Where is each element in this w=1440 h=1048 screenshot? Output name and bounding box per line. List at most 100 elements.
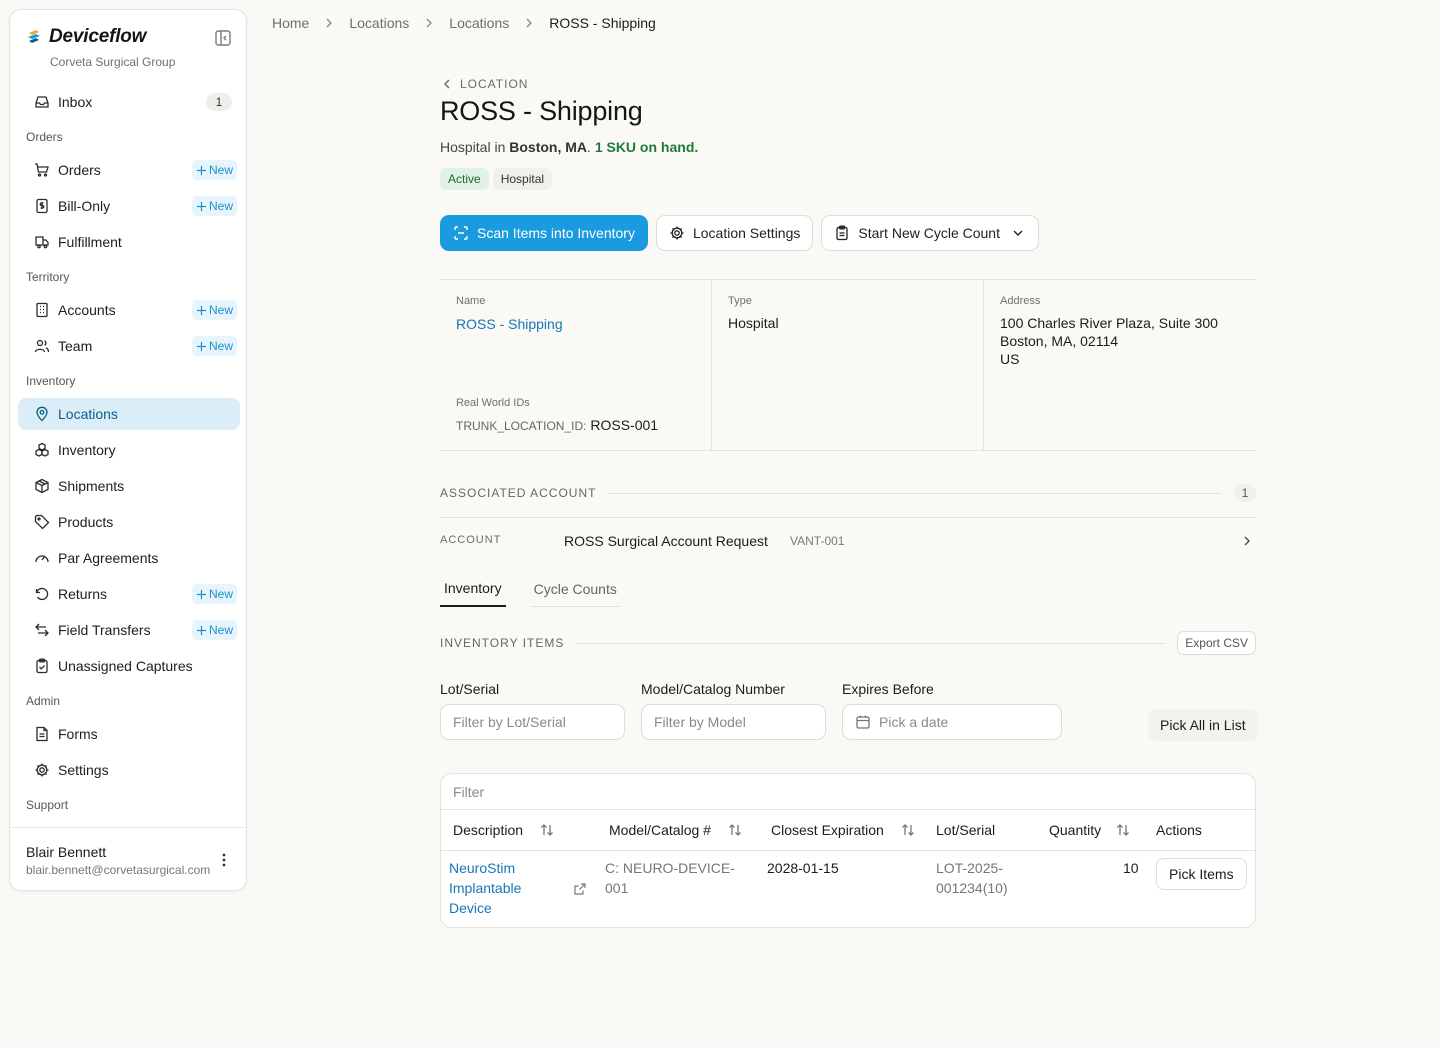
breadcrumb-locations-list[interactable]: Locations [449, 15, 509, 31]
row-description[interactable]: NeuroStim Implantable Device [449, 858, 521, 918]
associated-account-title: ASSOCIATED ACCOUNT [440, 486, 597, 500]
scan-icon [453, 225, 469, 241]
chevron-left-icon [440, 77, 454, 91]
package-icon [34, 478, 50, 494]
address-line-1: 100 Charles River Plaza, Suite 300 [1000, 315, 1218, 331]
back-to-locations-link[interactable]: LOCATION [440, 77, 528, 91]
org-name: Corveta Surgical Group [50, 55, 176, 69]
real-world-id-key: TRUNK_LOCATION_ID: [456, 419, 587, 433]
location-settings-button[interactable]: Location Settings [655, 215, 814, 251]
brand[interactable]: Deviceflow [26, 26, 146, 48]
user-name: Blair Bennett [26, 844, 107, 860]
sort-icon [1115, 822, 1131, 838]
breadcrumb-locations[interactable]: Locations [349, 15, 409, 31]
model-input[interactable] [641, 704, 826, 740]
details-address-column: Address 100 Charles River Plaza, Suite 3… [983, 280, 1256, 451]
new-account-button[interactable]: New [191, 300, 237, 320]
sidebar-item-team[interactable]: Team New [18, 330, 240, 362]
name-label: Name [456, 295, 486, 307]
column-header-expiration[interactable]: Closest Expiration [771, 810, 916, 850]
lot-serial-input[interactable] [440, 704, 625, 740]
sidebar-item-fulfillment[interactable]: Fulfillment [18, 226, 240, 258]
row-lot-serial: LOT-2025- 001234(10) [936, 858, 1008, 898]
date-picker-input[interactable]: Pick a date [842, 704, 1062, 740]
sidebar-item-locations[interactable]: Locations [18, 398, 240, 430]
location-tags: Active Hospital [440, 168, 553, 190]
inbox-count-badge: 1 [206, 93, 232, 111]
chevron-right-icon [422, 16, 436, 30]
page-title: ROSS - Shipping [440, 96, 643, 126]
section-label-orders: Orders [26, 130, 63, 144]
sidebar-item-settings[interactable]: Settings [18, 754, 240, 786]
sort-icon [539, 822, 555, 838]
breadcrumb-home[interactable]: Home [272, 15, 309, 31]
section-label-inventory: Inventory [26, 374, 76, 388]
sidebar-item-label: Unassigned Captures [58, 658, 193, 674]
sidebar-item-inventory[interactable]: Inventory [18, 434, 240, 466]
pick-all-button[interactable]: Pick All in List [1148, 709, 1258, 741]
column-label: Actions [1156, 822, 1202, 838]
sidebar-item-accounts[interactable]: Accounts New [18, 294, 240, 326]
tab-cycle-counts[interactable]: Cycle Counts [529, 571, 621, 607]
new-team-member-button[interactable]: New [191, 336, 237, 356]
column-label: Closest Expiration [771, 822, 884, 838]
sidebar-item-label: Forms [58, 726, 98, 742]
plus-icon [196, 341, 207, 352]
sidebar-item-products[interactable]: Products [18, 506, 240, 538]
column-header-model[interactable]: Model/Catalog # [609, 810, 743, 850]
start-cycle-count-button[interactable]: Start New Cycle Count [821, 215, 1039, 251]
new-bill-only-button[interactable]: New [191, 196, 237, 216]
tab-inventory[interactable]: Inventory [440, 571, 506, 607]
sidebar-item-forms[interactable]: Forms [18, 718, 240, 750]
user-profile[interactable]: Blair Bennett blair.bennett@corvetasurgi… [10, 827, 246, 891]
section-label-territory: Territory [26, 270, 70, 284]
address-label: Address [1000, 295, 1041, 307]
sidebar-item-label: Accounts [58, 302, 116, 318]
new-order-button[interactable]: New [191, 160, 237, 180]
gear-icon [34, 762, 50, 778]
export-csv-button[interactable]: Export CSV [1177, 631, 1256, 655]
sort-icon [727, 822, 743, 838]
sort-icon [900, 822, 916, 838]
chevron-right-icon [322, 16, 336, 30]
sidebar-item-inbox[interactable]: Inbox 1 [18, 86, 240, 118]
sidebar-collapse-icon[interactable] [214, 29, 232, 47]
associated-account-row[interactable]: ACCOUNT ROSS Surgical Account Request VA… [440, 517, 1256, 563]
sidebar-item-bill-only[interactable]: Bill-Only New [18, 190, 240, 222]
sidebar-item-par-agreements[interactable]: Par Agreements [18, 542, 240, 574]
subtitle-city: Boston, MA [509, 139, 588, 155]
user-email: blair.bennett@corvetasurgical.com [26, 863, 211, 877]
sidebar-item-label: Inventory [58, 442, 116, 458]
expires-before-label: Expires Before [842, 681, 934, 697]
location-settings-label: Location Settings [692, 225, 801, 241]
sidebar-item-label: Bill-Only [58, 198, 111, 214]
subtitle-separator: . [587, 139, 591, 155]
section-label-support: Support [26, 798, 69, 812]
column-header-quantity[interactable]: Quantity [1049, 810, 1131, 850]
sidebar-item-orders[interactable]: Orders New [18, 154, 240, 186]
new-field-transfer-button[interactable]: New [191, 620, 237, 640]
sidebar-item-returns[interactable]: Returns New [18, 578, 240, 610]
pick-items-button[interactable]: Pick Items [1156, 858, 1247, 890]
sidebar-item-field-transfers[interactable]: Field Transfers New [18, 614, 240, 646]
details-type-column: Type Hospital [711, 280, 983, 451]
new-return-button[interactable]: New [191, 584, 237, 604]
sidebar-item-label: Par Agreements [58, 550, 159, 566]
sidebar-item-shipments[interactable]: Shipments [18, 470, 240, 502]
column-label: Model/Catalog # [609, 822, 711, 838]
table-filter-input[interactable] [441, 774, 1255, 810]
more-vertical-icon[interactable] [216, 852, 232, 868]
location-details: Name ROSS - Shipping Real World IDs TRUN… [440, 279, 1256, 451]
sidebar-item-unassigned-captures[interactable]: Unassigned Captures [18, 650, 240, 682]
expires-before-filter: Expires Before Pick a date [842, 681, 1062, 740]
scan-items-button[interactable]: Scan Items into Inventory [440, 215, 648, 251]
name-value[interactable]: ROSS - Shipping [456, 315, 563, 333]
type-label: Type [728, 295, 752, 307]
inbox-icon [34, 94, 50, 110]
model-line: C: NEURO-DEVICE- [605, 860, 735, 876]
divider [576, 642, 1166, 644]
new-label: New [208, 303, 233, 317]
sidebar-item-label: Inbox [58, 94, 93, 110]
column-header-description[interactable]: Description [453, 810, 555, 850]
external-link-icon[interactable] [573, 882, 587, 896]
